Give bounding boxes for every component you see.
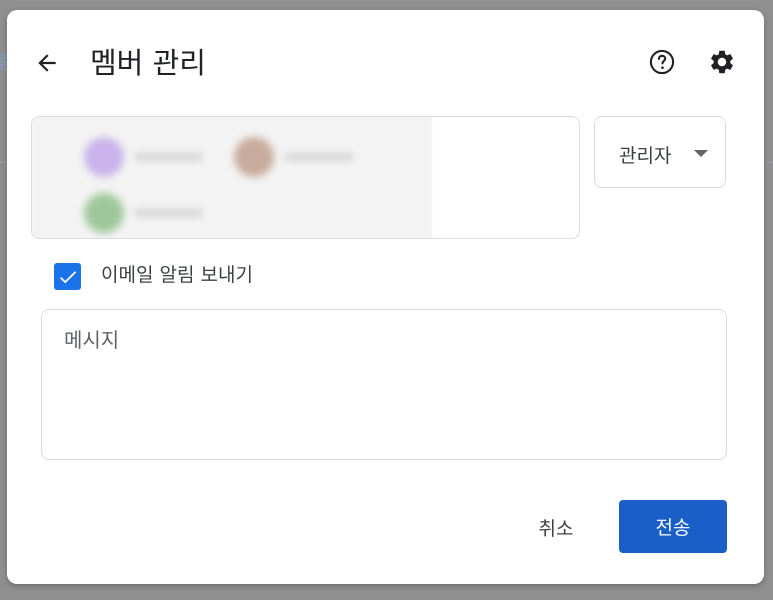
help-circle-icon (649, 49, 675, 75)
gear-icon (711, 50, 733, 74)
role-dropdown-value: 관리자 (619, 145, 672, 167)
member-chip[interactable] (234, 137, 354, 177)
email-notify-checkbox[interactable] (54, 263, 81, 290)
send-button[interactable]: 전송 (619, 500, 727, 553)
role-dropdown[interactable]: 관리자 (594, 116, 726, 188)
member-chip[interactable] (84, 193, 204, 233)
checkmark-icon (59, 270, 76, 283)
avatar (84, 193, 124, 233)
backdrop-divider-right (765, 162, 773, 163)
member-chips-field[interactable] (31, 116, 580, 239)
member-chip[interactable] (84, 137, 204, 177)
settings-button[interactable] (705, 45, 739, 79)
caret-down-icon (694, 150, 708, 157)
email-notify-label[interactable]: 이메일 알림 보내기 (101, 261, 253, 289)
back-button[interactable] (30, 46, 64, 80)
avatar (234, 137, 274, 177)
avatar (84, 137, 124, 177)
redacted-member-name (134, 208, 204, 218)
manage-members-dialog: 멤버 관리 관리자 이메일 알림 보내기 메시지 취소 전송 (7, 10, 764, 584)
redacted-member-name (284, 152, 354, 162)
message-field[interactable] (41, 309, 727, 460)
arrow-left-icon (38, 54, 56, 72)
redacted-member-name (134, 152, 204, 162)
help-button[interactable] (645, 45, 679, 79)
dialog-title: 멤버 관리 (90, 46, 206, 80)
cancel-button[interactable]: 취소 (521, 501, 591, 553)
